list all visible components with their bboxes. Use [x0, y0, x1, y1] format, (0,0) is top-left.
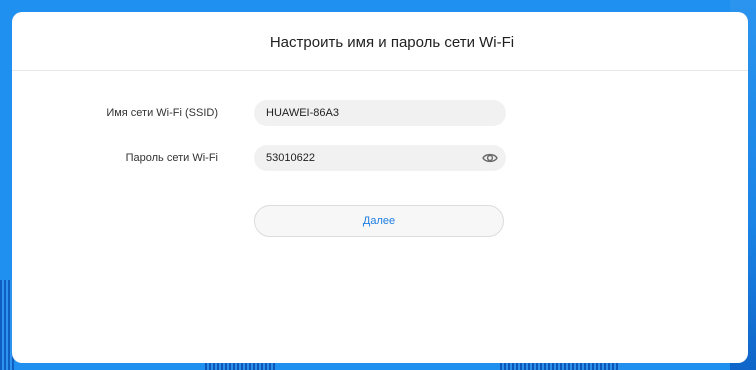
password-label: Пароль сети Wi-Fi — [125, 152, 218, 164]
background-stripes-bottom — [500, 362, 620, 370]
ssid-label: Имя сети Wi-Fi (SSID) — [106, 107, 218, 119]
eye-icon[interactable] — [482, 151, 498, 165]
ssid-field[interactable] — [254, 100, 506, 126]
dialog-title: Настроить имя и пароль сети Wi-Fi — [269, 33, 515, 51]
password-field[interactable] — [254, 145, 506, 171]
dialog-header: Настроить имя и пароль сети Wi-Fi — [12, 12, 748, 71]
password-input[interactable] — [266, 152, 466, 164]
ssid-input[interactable] — [266, 107, 466, 119]
background-stripes-bottom — [205, 362, 275, 370]
ssid-row: Имя сети Wi-Fi (SSID) — [12, 100, 748, 126]
password-row: Пароль сети Wi-Fi — [12, 145, 748, 171]
next-button[interactable]: Далее — [254, 205, 504, 237]
wifi-setup-dialog: Настроить имя и пароль сети Wi-Fi Имя се… — [12, 12, 748, 363]
